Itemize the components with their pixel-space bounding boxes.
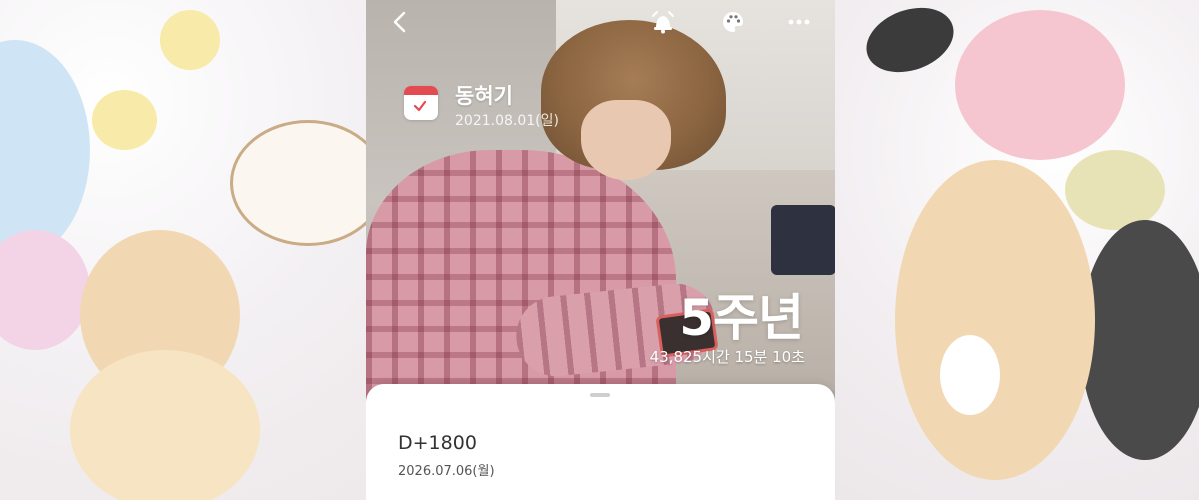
wallpaper-character <box>230 120 366 246</box>
photo-shirt <box>366 150 676 410</box>
dday-start-date: 2021.08.01(일) <box>455 113 559 129</box>
dday-target-date: 2026.07.06(월) <box>398 464 495 479</box>
theme-button[interactable] <box>717 6 749 38</box>
dday-screen: 동혀기 2021.08.01(일) 5주년 43,825시간 15분 10초 D… <box>366 0 835 500</box>
photo-chair <box>771 205 835 275</box>
wallpaper-character <box>92 90 157 150</box>
wallpaper-character <box>0 40 90 260</box>
dday-title: 동혀기 <box>455 84 513 108</box>
wallpaper-character <box>895 160 1095 480</box>
alarm-bell-icon <box>652 11 674 34</box>
sheet-drag-handle[interactable] <box>590 393 610 397</box>
dday-count: D+1800 <box>398 432 477 454</box>
more-button[interactable] <box>783 6 815 38</box>
wallpaper-character <box>857 0 963 84</box>
wallpaper-character <box>940 335 1000 415</box>
wallpaper-left <box>0 0 366 500</box>
bottom-sheet[interactable]: D+1800 2026.07.06(월) <box>366 384 835 500</box>
alarm-button[interactable] <box>647 6 679 38</box>
elapsed-time: 43,825시간 15분 10초 <box>649 348 805 366</box>
photo-face <box>581 100 671 180</box>
anniversary-label: 5주년 <box>679 289 804 347</box>
wallpaper-character <box>70 350 260 500</box>
wallpaper-character <box>955 10 1125 160</box>
wallpaper-character <box>1065 150 1165 230</box>
wallpaper-character <box>0 230 90 350</box>
wallpaper-character <box>160 10 220 70</box>
wallpaper-right <box>835 0 1199 500</box>
top-bar <box>366 0 835 44</box>
palette-icon <box>723 12 743 32</box>
back-button[interactable] <box>384 6 416 38</box>
wallpaper-character <box>1080 220 1199 460</box>
chevron-left-icon <box>393 11 406 33</box>
more-horizontal-icon <box>788 19 810 25</box>
calendar-check-icon <box>404 86 438 120</box>
